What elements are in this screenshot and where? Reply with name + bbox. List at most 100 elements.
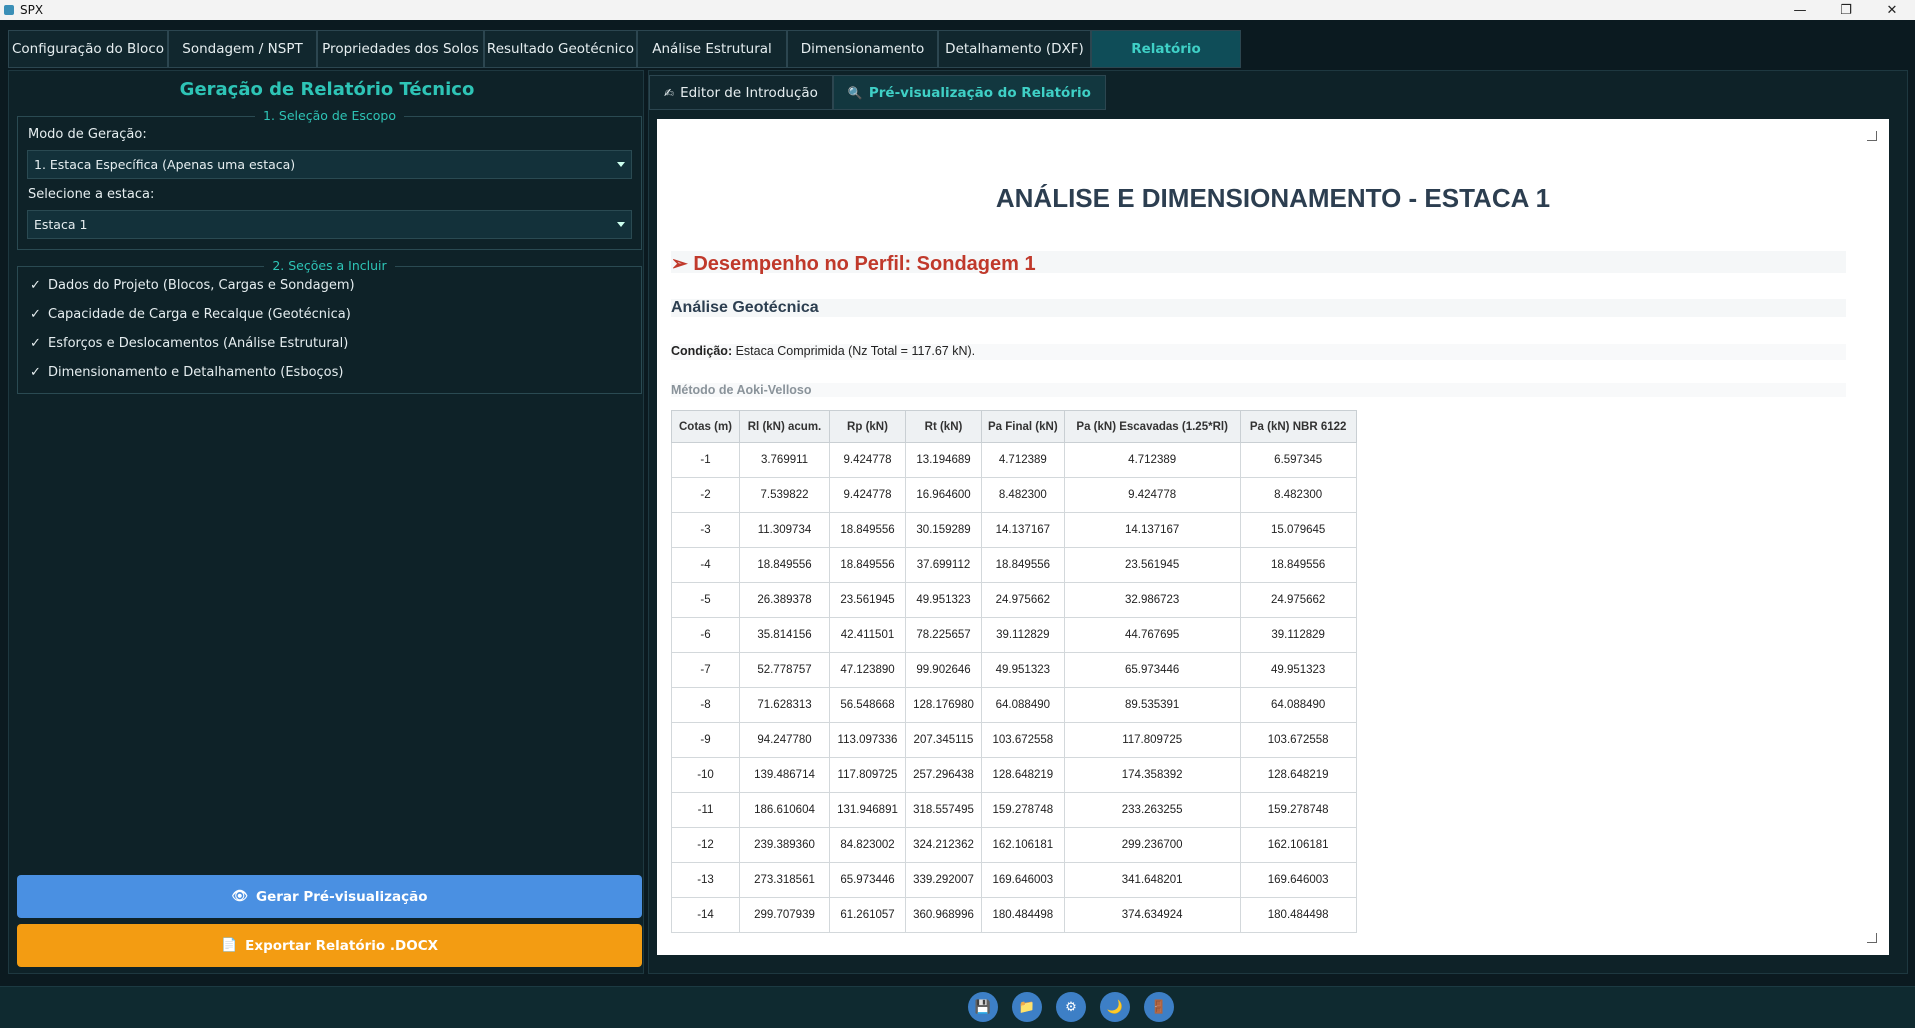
- table-cell: 339.292007: [905, 862, 982, 898]
- table-cell: 7.539822: [739, 477, 830, 513]
- settings-button[interactable]: ⚙: [1056, 992, 1086, 1022]
- save-icon: 💾: [974, 999, 992, 1015]
- maximize-button[interactable]: ❐: [1823, 0, 1869, 20]
- save-button[interactable]: 💾: [968, 992, 998, 1022]
- tab-pre-visualizacao[interactable]: 🔍 Pré-visualização do Relatório: [832, 75, 1106, 110]
- report-preview[interactable]: ANÁLISE E DIMENSIONAMENTO - ESTACA 1 ➢ D…: [657, 119, 1889, 955]
- table-cell: 15.079645: [1239, 512, 1357, 548]
- table-cell: 318.557495: [905, 792, 982, 828]
- resize-handle-icon[interactable]: [1867, 933, 1877, 943]
- scope-legend: 1. Seleção de Escopo: [255, 108, 404, 123]
- resize-handle-icon[interactable]: [1867, 131, 1877, 141]
- generate-preview-button[interactable]: 👁 Gerar Pré-visualização: [17, 875, 642, 918]
- tab-label: Pré-visualização do Relatório: [868, 84, 1091, 101]
- table-cell: 65.973446: [829, 862, 906, 898]
- table-cell: 18.849556: [981, 547, 1065, 583]
- check-icon: ✓: [30, 307, 41, 322]
- table-cell: 128.176980: [905, 687, 982, 723]
- minimize-button[interactable]: —: [1777, 0, 1823, 20]
- table-cell: 64.088490: [981, 687, 1065, 723]
- section-checkbox-capacidade[interactable]: ✓ Capacidade de Carga e Recalque (Geotécn…: [30, 307, 351, 322]
- exit-button[interactable]: 🚪: [1144, 992, 1174, 1022]
- table-cell: 117.809725: [1063, 722, 1241, 758]
- scope-group: 1. Seleção de Escopo Modo de Geração: 1.…: [17, 108, 642, 250]
- table-cell: 49.951323: [905, 582, 982, 618]
- report-subtabs: ✍ Editor de Introdução 🔍 Pré-visualizaçã…: [649, 75, 1106, 110]
- tab-relatorio[interactable]: Relatório: [1091, 30, 1241, 68]
- table-row: -12 239.389360 84.823002 324.212362 162.1061…: [671, 827, 1357, 863]
- table-cell: 128.648219: [1239, 757, 1357, 793]
- tab-propriedades-solos[interactable]: Propriedades dos Solos: [317, 30, 484, 68]
- table-cell: 42.411501: [829, 617, 906, 653]
- tab-configuracao-bloco[interactable]: Configuração do Bloco: [8, 30, 168, 68]
- table-cell: -10: [671, 757, 740, 793]
- column-header: Pa (kN) NBR 6122: [1239, 410, 1357, 443]
- document-icon: 📄: [220, 938, 238, 953]
- table-cell: 257.296438: [905, 757, 982, 793]
- table-cell: 139.486714: [739, 757, 830, 793]
- table-cell: 9.424778: [829, 477, 906, 513]
- mode-select[interactable]: 1. Estaca Específica (Apenas uma estaca): [27, 150, 632, 179]
- mode-label: Modo de Geração:: [28, 127, 147, 142]
- table-cell: 35.814156: [739, 617, 830, 653]
- condition-text: Condição: Estaca Comprimida (Nz Total = …: [671, 344, 1846, 360]
- section-label: Capacidade de Carga e Recalque (Geotécni…: [48, 307, 351, 322]
- table-row: -6 35.814156 42.411501 78.225657 39.112829 44…: [671, 617, 1357, 653]
- tab-dimensionamento[interactable]: Dimensionamento: [787, 30, 938, 68]
- table-cell: 52.778757: [739, 652, 830, 688]
- pile-select-value: Estaca 1: [34, 217, 88, 232]
- table-cell: 360.968996: [905, 897, 982, 933]
- table-cell: 8.482300: [1239, 477, 1357, 513]
- table-cell: 207.345115: [905, 722, 982, 758]
- table-cell: -14: [671, 897, 740, 933]
- table-cell: 299.236700: [1063, 827, 1241, 863]
- table-row: -4 18.849556 18.849556 37.699112 18.849556 23…: [671, 547, 1357, 583]
- table-cell: 61.261057: [829, 897, 906, 933]
- close-button[interactable]: ✕: [1869, 0, 1915, 20]
- export-docx-button[interactable]: 📄 Exportar Relatório .DOCX: [17, 924, 642, 967]
- table-row: -1 3.769911 9.424778 13.194689 4.712389 4.712…: [671, 442, 1357, 478]
- tab-sondagem-nspt[interactable]: Sondagem / NSPT: [168, 30, 317, 68]
- condition-value: Estaca Comprimida (Nz Total = 117.67 kN)…: [732, 344, 976, 358]
- table-cell: -6: [671, 617, 740, 653]
- tab-resultado-geotecnico[interactable]: Resultado Geotécnico: [484, 30, 637, 68]
- pile-select[interactable]: Estaca 1: [27, 210, 632, 239]
- table-body: -1 3.769911 9.424778 13.194689 4.712389 4.712…: [671, 442, 1357, 933]
- table-cell: 9.424778: [1063, 477, 1241, 513]
- report-options-panel: Geração de Relatório Técnico 1. Seleção …: [8, 70, 644, 974]
- table-cell: 273.318561: [739, 862, 830, 898]
- table-cell: 233.263255: [1063, 792, 1241, 828]
- section-checkbox-esforcos[interactable]: ✓ Esforços e Deslocamentos (Análise Estru…: [30, 336, 348, 351]
- tab-analise-estrutural[interactable]: Análise Estrutural: [637, 30, 787, 68]
- moon-icon: 🌙: [1106, 999, 1124, 1015]
- table-cell: 99.902646: [905, 652, 982, 688]
- section-label: Esforços e Deslocamentos (Análise Estrut…: [48, 336, 349, 351]
- table-row: -2 7.539822 9.424778 16.964600 8.482300 9.424…: [671, 477, 1357, 513]
- table-cell: 299.707939: [739, 897, 830, 933]
- eye-icon: 👁: [231, 889, 249, 904]
- table-cell: -11: [671, 792, 740, 828]
- open-button[interactable]: 📁: [1012, 992, 1042, 1022]
- table-cell: 4.712389: [1063, 442, 1241, 478]
- table-cell: 64.088490: [1239, 687, 1357, 723]
- table-cell: -5: [671, 582, 740, 618]
- section-checkbox-dados[interactable]: ✓ Dados do Projeto (Blocos, Cargas e Sond…: [30, 278, 355, 293]
- table-cell: 71.628313: [739, 687, 830, 723]
- section-checkbox-dimensionamento[interactable]: ✓ Dimensionamento e Detalhamento (Esboços…: [30, 365, 343, 380]
- table-cell: 26.389378: [739, 582, 830, 618]
- table-cell: 6.597345: [1239, 442, 1357, 478]
- table-cell: 23.561945: [1063, 547, 1241, 583]
- table-cell: 47.123890: [829, 652, 906, 688]
- tab-detalhamento-dxf[interactable]: Detalhamento (DXF): [938, 30, 1091, 68]
- report-view-panel: ✍ Editor de Introdução 🔍 Pré-visualizaçã…: [648, 70, 1908, 974]
- table-cell: 374.634924: [1063, 897, 1241, 933]
- sections-legend: 2. Seções a Incluir: [264, 258, 395, 273]
- theme-button[interactable]: 🌙: [1100, 992, 1130, 1022]
- tab-label: Editor de Introdução: [680, 84, 818, 101]
- table-cell: 84.823002: [829, 827, 906, 863]
- tab-editor-introducao[interactable]: ✍ Editor de Introdução: [649, 75, 833, 110]
- column-header: Cotas (m): [671, 410, 740, 443]
- table-cell: 180.484498: [981, 897, 1065, 933]
- table-cell: 239.389360: [739, 827, 830, 863]
- check-icon: ✓: [30, 278, 41, 293]
